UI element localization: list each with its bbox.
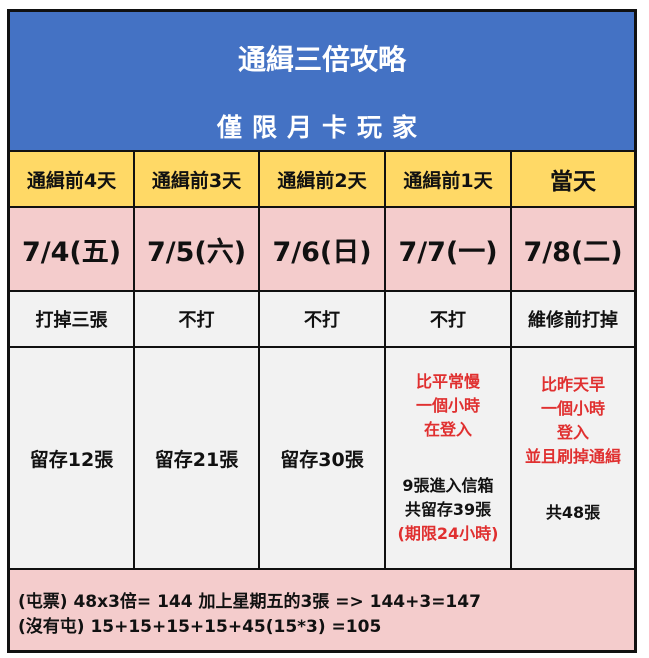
- detail-cell: 比平常慢 一個小時 在登入 9張進入信箱 共留存39張 (期限24小時): [386, 348, 512, 568]
- detail-cell: 留存21張: [135, 348, 260, 568]
- table-header: 通緝三倍攻略 僅限月卡玩家: [10, 12, 634, 152]
- schedule-grid: 通緝前4天 通緝前3天 通緝前2天 通緝前1天 當天 7/4(五) 7/5(六)…: [10, 152, 634, 570]
- date-cell: 7/6(日): [260, 208, 386, 290]
- note-line: 共48張: [545, 503, 601, 522]
- action-cell: 不打: [260, 292, 386, 346]
- note-line: 9張進入信箱: [402, 476, 494, 495]
- day-header: 通緝前1天: [386, 152, 512, 206]
- action-cell: 打掉三張: [10, 292, 135, 346]
- day-header: 當天: [550, 169, 596, 195]
- note-line: (期限24小時): [397, 524, 499, 543]
- detail-row: 留存12張 留存21張 留存30張 比平常慢 一個小時 在登入 9張進入信箱 共…: [10, 348, 634, 570]
- calc-line-hoarded: (屯票) 48x3倍= 144 加上星期五的3張 => 144+3=147: [18, 592, 481, 612]
- note-line: 登入: [556, 423, 589, 442]
- day-header: 通緝前2天: [260, 152, 386, 206]
- strategy-table: 通緝三倍攻略 僅限月卡玩家 通緝前4天 通緝前3天 通緝前2天 通緝前1天 當天…: [7, 9, 637, 653]
- page-title: 通緝三倍攻略: [237, 43, 406, 76]
- note-line: 一個小時: [415, 396, 480, 415]
- date-cell: 7/5(六): [135, 208, 260, 290]
- detail-cell: 比昨天早 一個小時 登入 並且刷掉通緝 共48張: [512, 348, 634, 568]
- date-row: 7/4(五) 7/5(六) 7/6(日) 7/7(一) 7/8(二): [10, 208, 634, 292]
- action-cell: 不打: [386, 292, 512, 346]
- note-line: 比平常慢: [415, 372, 480, 391]
- calculation-footer: (屯票) 48x3倍= 144 加上星期五的3張 => 144+3=147 (沒…: [10, 570, 634, 650]
- action-row: 打掉三張 不打 不打 不打 維修前打掉: [10, 292, 634, 348]
- detail-stack: 比平常慢 一個小時 在登入 9張進入信箱 共留存39張 (期限24小時): [398, 370, 499, 546]
- detail-stack: 比昨天早 一個小時 登入 並且刷掉通緝 共48張: [525, 373, 621, 525]
- day-header-row: 通緝前4天 通緝前3天 通緝前2天 通緝前1天 當天: [10, 152, 634, 208]
- note-line: 在登入: [423, 420, 472, 439]
- action-cell: 維修前打掉: [528, 310, 618, 331]
- day-header: 通緝前3天: [135, 152, 260, 206]
- date-cell: 7/8(二): [523, 236, 623, 268]
- note-line: 共留存39張: [404, 500, 492, 519]
- note-line: 一個小時: [540, 399, 605, 418]
- detail-cell: 留存30張: [260, 348, 386, 568]
- date-cell: 7/7(一): [386, 208, 512, 290]
- calc-line-not-hoarded: (沒有屯) 15+15+15+15+45(15*3) =105: [18, 617, 382, 637]
- action-cell: 不打: [135, 292, 260, 346]
- note-line: 比昨天早: [540, 375, 605, 394]
- day-header: 通緝前4天: [10, 152, 135, 206]
- page-subtitle: 僅限月卡玩家: [216, 113, 427, 142]
- note-line: 並且刷掉通緝: [524, 447, 621, 466]
- detail-cell: 留存12張: [10, 348, 135, 568]
- date-cell: 7/4(五): [10, 208, 135, 290]
